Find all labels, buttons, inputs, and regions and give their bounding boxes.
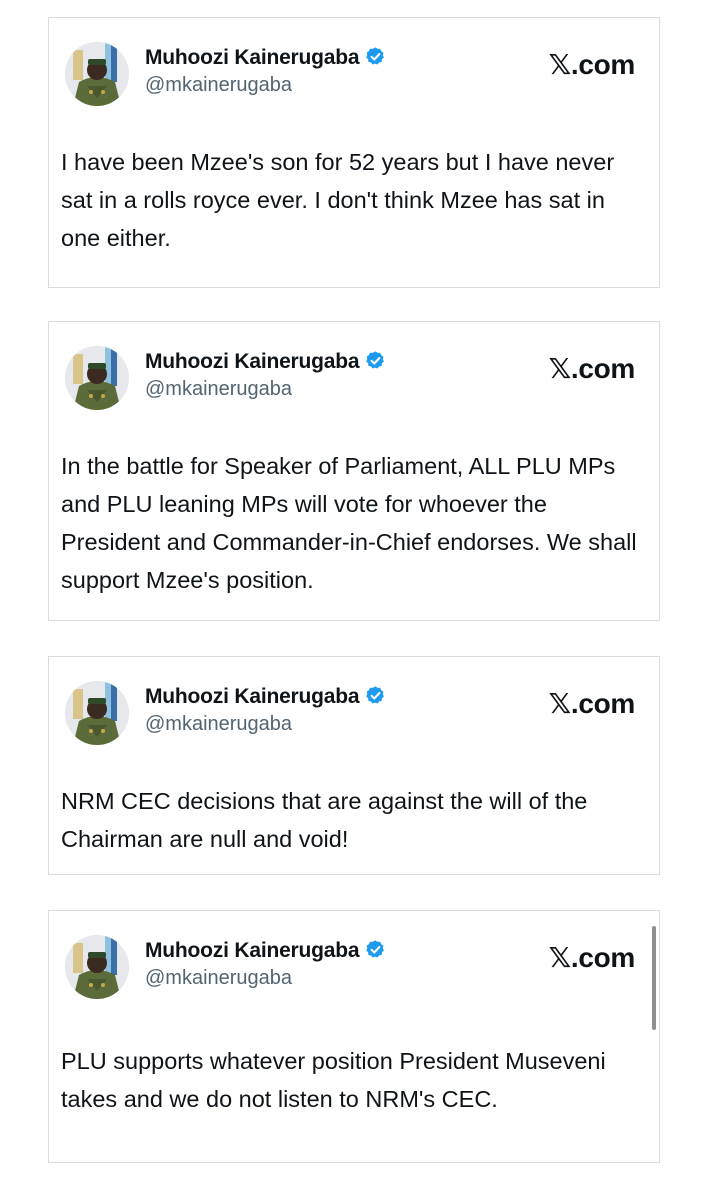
tweet-text: In the battle for Speaker of Parliament,… [61,453,637,593]
verified-badge-icon [366,940,385,958]
tweet-card[interactable]: Muhoozi Kainerugaba @mkainerugaba 𝕏.com … [48,910,660,1163]
verified-badge-icon [366,47,385,65]
x-com-link[interactable]: 𝕏.com [549,352,636,385]
author-name-text[interactable]: Muhoozi Kainerugaba [145,46,360,69]
author-name[interactable]: Muhoozi Kainerugaba [145,46,386,70]
tweet-text: I have been Mzee's son for 52 years but … [61,149,615,251]
author-name[interactable]: Muhoozi Kainerugaba [145,939,386,963]
x-com-link[interactable]: 𝕏.com [549,48,636,81]
avatar[interactable] [65,346,129,410]
author-handle[interactable]: @mkainerugaba [145,378,292,401]
avatar[interactable] [65,42,129,106]
x-com-link[interactable]: 𝕏.com [549,941,636,974]
x-com-link[interactable]: 𝕏.com [549,687,636,720]
scrollbar-thumb[interactable] [652,926,656,1030]
author-handle[interactable]: @mkainerugaba [145,713,292,736]
tweet-screenshot-feed: Muhoozi Kainerugaba @mkainerugaba 𝕏.com … [0,0,708,1200]
author-handle[interactable]: @mkainerugaba [145,74,292,97]
tweet-header: Muhoozi Kainerugaba @mkainerugaba 𝕏.com [65,42,635,106]
avatar[interactable] [65,681,129,745]
author-name-text[interactable]: Muhoozi Kainerugaba [145,939,360,962]
tweet-card[interactable]: Muhoozi Kainerugaba @mkainerugaba 𝕏.com … [48,656,660,875]
tweet-card[interactable]: Muhoozi Kainerugaba @mkainerugaba 𝕏.com … [48,321,660,621]
author-name[interactable]: Muhoozi Kainerugaba [145,685,386,709]
verified-badge-icon [366,351,385,369]
tweet-header: Muhoozi Kainerugaba @mkainerugaba 𝕏.com [65,346,635,410]
tweet-header: Muhoozi Kainerugaba @mkainerugaba 𝕏.com [65,935,635,999]
verified-badge-icon [366,686,385,704]
tweet-header: Muhoozi Kainerugaba @mkainerugaba 𝕏.com [65,681,635,745]
tweet-text: PLU supports whatever position President… [61,1048,606,1112]
author-handle[interactable]: @mkainerugaba [145,967,292,990]
tweet-text: NRM CEC decisions that are against the w… [61,788,588,852]
tweet-card[interactable]: Muhoozi Kainerugaba @mkainerugaba 𝕏.com … [48,17,660,288]
author-name[interactable]: Muhoozi Kainerugaba [145,350,386,374]
avatar[interactable] [65,935,129,999]
author-name-text[interactable]: Muhoozi Kainerugaba [145,350,360,373]
author-name-text[interactable]: Muhoozi Kainerugaba [145,685,360,708]
